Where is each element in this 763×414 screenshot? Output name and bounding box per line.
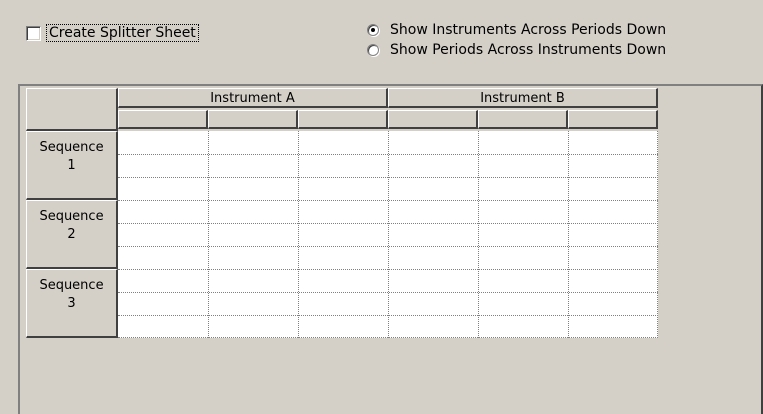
grid-row-line <box>118 154 658 155</box>
radio-label[interactable]: Show Periods Across Instruments Down <box>390 42 666 58</box>
corner-header <box>26 88 118 131</box>
sequence-number: 3 <box>67 296 76 311</box>
grid-column-line <box>388 131 389 338</box>
splitter-grid: Instrument A Instrument B Sequence 1 Seq… <box>18 84 763 414</box>
sequence-number: 2 <box>67 227 76 242</box>
instrument-a-subheader-3[interactable] <box>298 110 388 129</box>
radio-instruments-across-periods[interactable]: Show Instruments Across Periods Down <box>367 20 666 40</box>
grid-row-line <box>118 223 658 224</box>
grid-column-line <box>298 131 299 338</box>
sequence-label: Sequence <box>39 209 104 224</box>
instrument-b-header[interactable]: Instrument B <box>388 88 658 108</box>
instrument-a-subheader-1[interactable] <box>118 110 208 129</box>
instrument-b-subheader-2[interactable] <box>478 110 568 129</box>
grid-row-line <box>118 269 658 270</box>
sequence-1-header[interactable]: Sequence 1 <box>26 131 118 200</box>
sequence-3-header[interactable]: Sequence 3 <box>26 269 118 338</box>
instrument-b-subheader-1[interactable] <box>388 110 478 129</box>
layout-radio-group: Show Instruments Across Periods Down Sho… <box>367 20 666 60</box>
grid-row-line <box>118 246 658 247</box>
radio-label[interactable]: Show Instruments Across Periods Down <box>390 22 666 38</box>
grid-column-line <box>657 131 658 338</box>
checkbox-label[interactable]: Create Splitter Sheet <box>46 24 199 42</box>
grid-row-line <box>118 177 658 178</box>
grid-column-line <box>208 131 209 338</box>
radio-button[interactable] <box>367 44 379 56</box>
sequence-label: Sequence <box>39 278 104 293</box>
checkbox-box[interactable] <box>26 25 41 41</box>
grid-column-line <box>478 131 479 338</box>
grid-row-line <box>118 200 658 201</box>
grid-row-line <box>118 292 658 293</box>
create-splitter-sheet-checkbox[interactable]: Create Splitter Sheet <box>26 22 199 44</box>
radio-button-selected[interactable] <box>367 24 379 36</box>
grid-row-line <box>118 337 658 338</box>
grid-row-line <box>118 315 658 316</box>
radio-periods-across-instruments[interactable]: Show Periods Across Instruments Down <box>367 40 666 60</box>
sequence-number: 1 <box>67 158 76 173</box>
instrument-b-subheader-3[interactable] <box>568 110 658 129</box>
grid-data-area[interactable] <box>118 131 658 338</box>
instrument-a-subheader-2[interactable] <box>208 110 298 129</box>
instrument-a-header[interactable]: Instrument A <box>118 88 388 108</box>
sequence-2-header[interactable]: Sequence 2 <box>26 200 118 269</box>
grid-column-line <box>568 131 569 338</box>
sequence-label: Sequence <box>39 140 104 155</box>
